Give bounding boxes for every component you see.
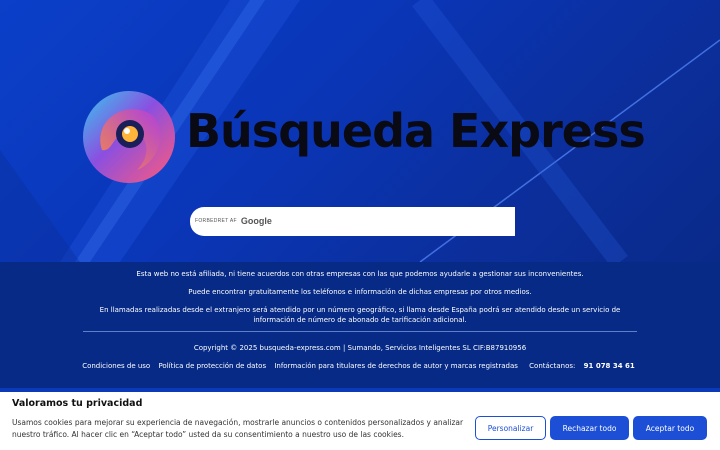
terms-link[interactable]: Condiciones de uso — [82, 362, 150, 370]
search-input[interactable] — [190, 207, 519, 238]
footer-copyright: Copyright © 2025 busqueda-express.com | … — [193, 344, 527, 352]
privacy-link[interactable]: Política de protección de datos — [158, 362, 266, 370]
hero-section: Búsqueda Express FORBEDRET AF Google — [0, 0, 720, 262]
cookie-text: Usamos cookies para mejorar su experienc… — [12, 418, 464, 439]
footer-info: Puede encontrar gratuitamente los teléfo… — [188, 288, 532, 296]
footer-call-notice: En llamadas realizadas desde el extranje… — [99, 306, 621, 324]
accept-all-button[interactable]: Aceptar todo — [633, 416, 707, 440]
brand-name: Búsqueda Express — [186, 104, 646, 158]
reject-all-button[interactable]: Rechazar todo — [550, 416, 629, 440]
contact-info: Contáctanos: 91 078 34 61 — [526, 362, 638, 370]
cookie-title: Valoramos tu privacidad — [12, 398, 143, 409]
footer-divider — [83, 331, 637, 332]
brand-logo[interactable]: Búsqueda Express — [82, 90, 646, 185]
customize-button[interactable]: Personalizar — [475, 416, 546, 440]
footer-disclaimer: Esta web no está afiliada, ni tiene acue… — [136, 270, 584, 278]
footer: Esta web no está afiliada, ni tiene acue… — [0, 262, 720, 388]
footer-links: Condiciones de uso Política de protecció… — [0, 362, 720, 370]
contact-phone[interactable]: 91 078 34 61 — [584, 362, 635, 370]
rights-link[interactable]: Información para titulares de derechos d… — [274, 362, 518, 370]
brand-logo-icon — [83, 91, 175, 183]
search-box: FORBEDRET AF Google — [190, 207, 519, 238]
contact-label: Contáctanos: — [529, 362, 576, 370]
cookie-banner: Valoramos tu privacidad Usamos cookies p… — [0, 392, 720, 450]
